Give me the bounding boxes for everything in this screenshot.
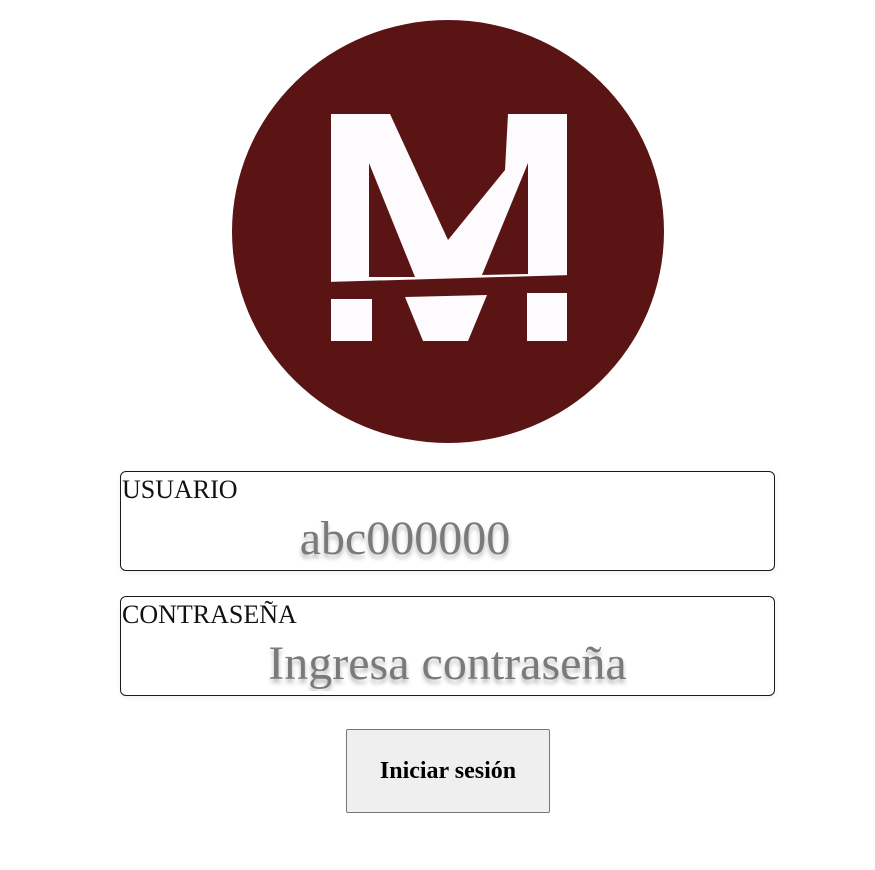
logo-circle xyxy=(232,20,664,443)
username-label: USUARIO xyxy=(122,475,238,504)
logo-letter-m-lower xyxy=(331,293,567,341)
login-button[interactable]: Iniciar sesión xyxy=(346,729,550,813)
password-label: CONTRASEÑA xyxy=(122,600,297,629)
password-input[interactable] xyxy=(121,635,774,691)
login-page: USUARIO CONTRASEÑA Iniciar sesión xyxy=(0,0,875,870)
username-input[interactable] xyxy=(121,510,774,566)
username-field: USUARIO xyxy=(120,471,775,571)
password-field: CONTRASEÑA xyxy=(120,596,775,696)
m-logo-icon xyxy=(232,20,664,443)
